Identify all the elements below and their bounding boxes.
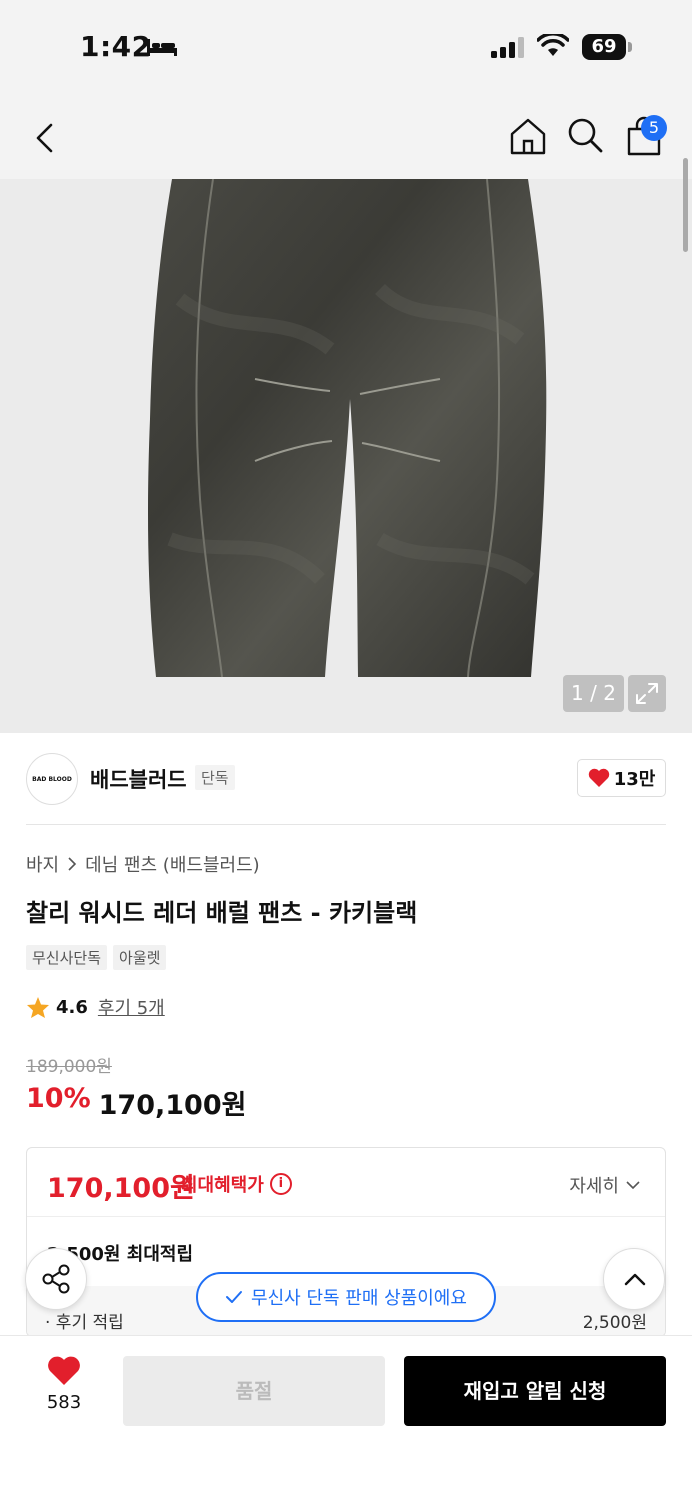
exclusive-banner[interactable]: 무신사 단독 판매 상품이에요 (196, 1272, 496, 1322)
chevron-up-icon (624, 1273, 646, 1286)
brand-exclusive-tag: 단독 (195, 765, 235, 790)
review-points-value: 2,500원 (582, 1313, 647, 1333)
sleep-focus-icon (147, 39, 177, 56)
benefit-detail-toggle[interactable]: 자세히 (569, 1172, 641, 1198)
wishlist-count: 583 (46, 1392, 82, 1413)
breadcrumb: 바지 데님 팬츠 (배드블러드) (26, 851, 260, 877)
battery-level: 69 (582, 34, 626, 60)
status-time: 1:42 (80, 30, 152, 63)
brand-like-button[interactable]: 13만 (577, 759, 666, 797)
status-bar: 1:42 69 (0, 0, 692, 92)
product-tag: 무신사단독 (26, 945, 108, 970)
brand-logo-text: BAD BLOOD (32, 775, 72, 783)
cart-count-badge: 5 (641, 115, 667, 141)
heart-icon (48, 1356, 80, 1385)
scroll-top-button[interactable] (603, 1248, 665, 1310)
chevron-right-icon (68, 857, 77, 871)
breadcrumb-category[interactable]: 바지 (26, 851, 59, 877)
sale-price: 170,100원 (98, 1090, 247, 1121)
purchase-bar: 583 품절 재입고 알림 신청 (0, 1335, 692, 1500)
search-icon[interactable] (566, 116, 604, 154)
battery-cap (628, 42, 632, 52)
product-image[interactable] (0, 179, 692, 733)
product-title: 찰리 워시드 레더 배럴 팬츠 - 카키블랙 (26, 899, 418, 927)
review-points-label: · 후기 적립 (45, 1313, 124, 1333)
restock-alert-button[interactable]: 재입고 알림 신청 (404, 1356, 666, 1426)
checkmark-icon (226, 1291, 243, 1303)
image-counter: 1 / 2 (563, 675, 624, 712)
chevron-down-icon (626, 1181, 640, 1190)
expand-icon[interactable] (628, 675, 666, 712)
brand-name[interactable]: 배드블러드 (90, 764, 187, 794)
product-tags: 무신사단독 아울렛 (26, 945, 167, 970)
soldout-button[interactable]: 품절 (123, 1356, 385, 1426)
brand-logo[interactable]: BAD BLOOD (26, 753, 78, 805)
pants-illustration (148, 179, 547, 678)
divider (27, 1216, 665, 1217)
max-benefit-price: 170,100원 (47, 1173, 195, 1204)
share-icon (42, 1264, 70, 1294)
max-benefit-text: 최대혜택가 (181, 1175, 264, 1196)
star-icon (27, 996, 49, 1018)
product-tag: 아울렛 (113, 945, 167, 970)
original-price: 189,000원 (26, 1057, 112, 1077)
wishlist-button[interactable]: 583 (28, 1356, 100, 1426)
brand-row: BAD BLOOD 배드블러드 단독 13만 (0, 733, 692, 825)
wifi-icon (537, 34, 569, 56)
rating: 4.6 후기 5개 (26, 994, 165, 1020)
battery-indicator: 69 (582, 34, 632, 60)
top-navigation (0, 92, 692, 179)
discount-rate: 10% (26, 1083, 91, 1114)
heart-icon (588, 768, 609, 787)
brand-like-count: 13만 (613, 769, 656, 790)
exclusive-banner-text: 무신사 단독 판매 상품이에요 (251, 1288, 467, 1309)
cellular-signal-icon (491, 37, 524, 58)
back-arrow-icon[interactable] (32, 122, 58, 154)
info-icon[interactable]: i (269, 1173, 292, 1195)
divider (26, 824, 666, 825)
max-benefit-label[interactable]: 최대혜택가 i (181, 1171, 292, 1197)
home-icon[interactable] (508, 116, 548, 156)
share-button[interactable] (25, 1248, 87, 1310)
sale-price-row: 10% 170,100원 (26, 1083, 246, 1122)
breadcrumb-subcategory[interactable]: 데님 팬츠 (배드블러드) (85, 851, 260, 877)
rating-score: 4.6 (56, 996, 88, 1018)
page-scrollbar[interactable] (683, 158, 688, 252)
review-count-link[interactable]: 후기 5개 (98, 994, 165, 1020)
benefit-detail-label: 자세히 (569, 1176, 619, 1197)
